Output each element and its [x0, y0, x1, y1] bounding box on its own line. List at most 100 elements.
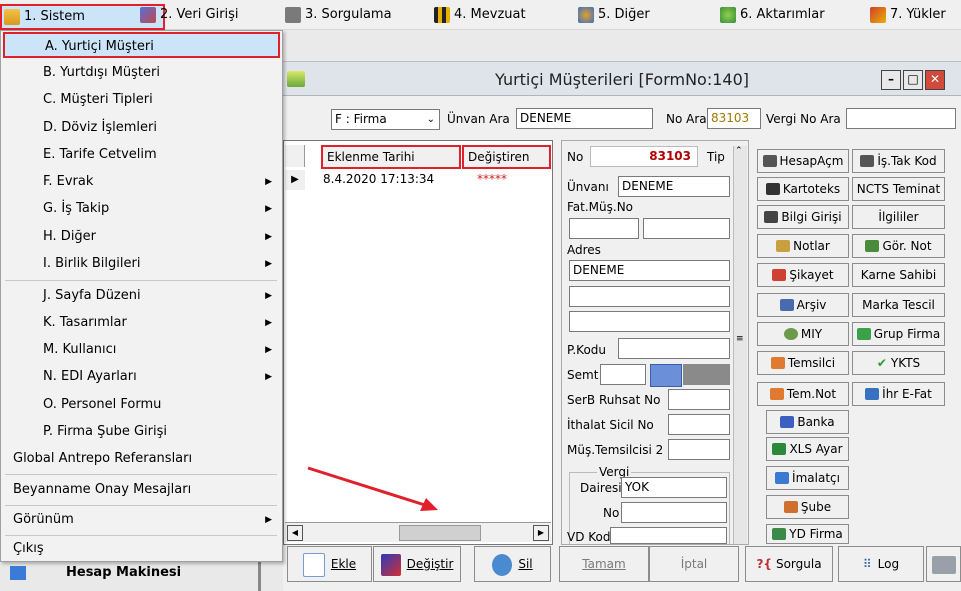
menu-item-sayfa-duzeni[interactable]: J. Sayfa Düzeni ▶: [3, 283, 280, 309]
maximize-button[interactable]: □: [903, 70, 923, 90]
hesap-acm-button[interactable]: HesapAçm: [757, 149, 849, 173]
vergi-search-input[interactable]: [846, 108, 956, 129]
unvan-search-input[interactable]: DENEME: [516, 108, 653, 129]
menu-item-beyanname-onay[interactable]: Beyanname Onay Mesajları: [3, 477, 280, 503]
pkodu-field[interactable]: [618, 338, 730, 359]
menu-mevzuat[interactable]: 4. Mevzuat: [432, 4, 526, 26]
ykts-button[interactable]: ✔ YKTS: [852, 351, 945, 375]
print-button[interactable]: [926, 546, 961, 582]
ithalat-sicil-field[interactable]: [668, 414, 730, 435]
vergi-no-field[interactable]: [621, 502, 727, 523]
menu-item-is-takip[interactable]: G. İş Takip ▶: [3, 196, 280, 222]
marka-tescil-button[interactable]: Marka Tescil: [852, 293, 945, 317]
menu-diger[interactable]: 5. Diğer: [576, 4, 650, 26]
temsilci-field[interactable]: [668, 439, 730, 460]
scroll-grip-icon[interactable]: ≡: [736, 334, 744, 344]
form-title: Yurtiçi Müşterileri [FormNo:140]: [495, 70, 749, 89]
adres-line-2[interactable]: [569, 286, 730, 307]
degistir-button[interactable]: Değiştir: [373, 546, 461, 582]
ihr-e-fat-button[interactable]: İhr E-Fat: [852, 382, 945, 406]
menu-sorgulama[interactable]: 3. Sorgulama: [283, 4, 392, 26]
menu-yukler[interactable]: 7. Yükler: [868, 4, 946, 26]
banka-button[interactable]: Banka: [766, 410, 849, 434]
sil-button[interactable]: Sil: [474, 546, 551, 582]
ncts-teminat-button[interactable]: NCTS Teminat: [852, 177, 945, 201]
fat-mus-no-field[interactable]: [569, 218, 639, 239]
sikayet-button[interactable]: Şikayet: [757, 263, 849, 287]
semt-field[interactable]: [600, 364, 646, 385]
printer-icon: [931, 555, 956, 574]
sistem-dropdown-menu: A. Yurtiçi Müşteri B. Yurtdışı Müşteri C…: [0, 30, 283, 562]
iptal-button[interactable]: İptal: [649, 546, 739, 582]
minimize-button[interactable]: –: [881, 70, 901, 90]
gor-not-button[interactable]: Gör. Not: [852, 234, 945, 258]
menu-item-birlik-bilgileri[interactable]: I. Birlik Bilgileri ▶: [3, 251, 280, 277]
adres-line-3[interactable]: [569, 311, 730, 332]
is-tak-kod-button[interactable]: İş.Tak Kod: [852, 149, 945, 173]
tamam-button[interactable]: Tamam: [559, 546, 649, 582]
yd-firma-button[interactable]: YD Firma: [766, 524, 849, 544]
tem-not-button[interactable]: Tem.Not: [757, 382, 849, 406]
menu-item-kullanici[interactable]: M. Kullanıcı ▶: [3, 337, 280, 363]
books-icon: [434, 7, 450, 23]
vd-kod-field[interactable]: [610, 527, 727, 544]
close-button[interactable]: ✕: [925, 70, 945, 90]
karne-sahibi-button[interactable]: Karne Sahibi: [852, 263, 945, 287]
arsiv-button[interactable]: Arşiv: [757, 293, 849, 317]
menu-item-yurtdisi-musteri[interactable]: B. Yurtdışı Müşteri: [3, 60, 280, 86]
adres-line-1[interactable]: DENEME: [569, 260, 730, 281]
grid-header-degistiren[interactable]: Değiştiren: [462, 145, 551, 169]
menu-item-cikis[interactable]: Çıkış: [3, 536, 280, 562]
scroll-right-button[interactable]: ▶: [533, 525, 549, 541]
menu-item-edi-ayarlari[interactable]: N. EDI Ayarları ▶: [3, 364, 280, 390]
menu-item-doviz-islemleri[interactable]: D. Döviz İşlemleri: [3, 115, 280, 141]
menu-item-diger[interactable]: H. Diğer ▶: [3, 224, 280, 250]
sube-button[interactable]: Şube: [766, 495, 849, 519]
detail-scrollbar[interactable]: ⌃ ≡: [733, 146, 747, 544]
no-search-input[interactable]: 83103: [707, 108, 761, 129]
ekle-button[interactable]: Ekle: [287, 546, 372, 582]
scroll-up-icon[interactable]: ⌃: [735, 146, 743, 156]
log-button[interactable]: ⠿ Log: [838, 546, 924, 582]
kartoteks-button[interactable]: Kartoteks: [757, 177, 849, 201]
menu-aktarimlar[interactable]: 6. Aktarımlar: [718, 4, 825, 26]
menu-item-yurtici-musteri[interactable]: A. Yurtiçi Müşteri: [3, 32, 280, 58]
dairesi-field[interactable]: YOK: [621, 477, 727, 498]
unvan-field[interactable]: DENEME: [618, 176, 730, 197]
bilgi-girisi-button[interactable]: Bilgi Girişi: [757, 205, 849, 229]
menu-item-firma-sube-girisi[interactable]: P. Firma Şube Girişi: [3, 419, 280, 445]
semt-lookup-button[interactable]: [650, 364, 682, 387]
grup-firma-button[interactable]: Grup Firma: [852, 322, 945, 346]
archive-search-icon: [779, 299, 794, 311]
unvan-label: Ünvanı: [567, 180, 609, 194]
menu-veri-girisi[interactable]: 2. Veri Girişi: [138, 4, 239, 26]
xls-ayar-button[interactable]: XLS Ayar: [766, 437, 849, 461]
grid-scrollbar[interactable]: ◀ ▶: [285, 522, 551, 542]
temsilci-button[interactable]: Temsilci: [757, 351, 849, 375]
hesap-makinesi-item[interactable]: Hesap Makinesi: [4, 562, 254, 584]
menu-item-musteri-tipleri[interactable]: C. Müşteri Tipleri: [3, 87, 280, 113]
scroll-thumb[interactable]: [399, 525, 481, 541]
ilgililer-button[interactable]: İlgililer: [852, 205, 945, 229]
menu-item-tasarimlar[interactable]: K. Tasarımlar ▶: [3, 310, 280, 336]
menu-item-global-antrepo[interactable]: Global Antrepo Referansları: [3, 446, 280, 472]
type-select[interactable]: F : Firma ⌄: [331, 109, 440, 130]
notlar-button[interactable]: Notlar: [757, 234, 849, 258]
menu-item-personel-formu[interactable]: O. Personel Formu: [3, 392, 280, 418]
chevron-down-icon: ⌄: [426, 114, 435, 125]
no-field[interactable]: 83103: [590, 146, 698, 167]
menu-item-evrak[interactable]: F. Evrak ▶: [3, 169, 280, 195]
table-row[interactable]: 8.4.2020 17:13:34 *****: [305, 170, 551, 190]
grid-header-eklenme[interactable]: Eklenme Tarihi: [321, 145, 461, 169]
miy-button[interactable]: MIY: [757, 322, 849, 346]
sorgula-button[interactable]: ?{Sorgula: [745, 546, 833, 582]
serb-ruhsat-field[interactable]: [668, 389, 730, 410]
scroll-left-button[interactable]: ◀: [287, 525, 303, 541]
submenu-arrow-icon: ▶: [265, 291, 272, 301]
fat-mus-no-field-2[interactable]: [643, 218, 730, 239]
imalatci-button[interactable]: İmalatçı: [766, 466, 849, 490]
menu-item-tarife-cetvelim[interactable]: E. Tarife Cetvelim: [3, 142, 280, 168]
menu-item-gorunum[interactable]: Görünüm ▶: [3, 507, 280, 533]
loads-icon: [870, 7, 886, 23]
tip-label: Tip: [707, 150, 725, 164]
